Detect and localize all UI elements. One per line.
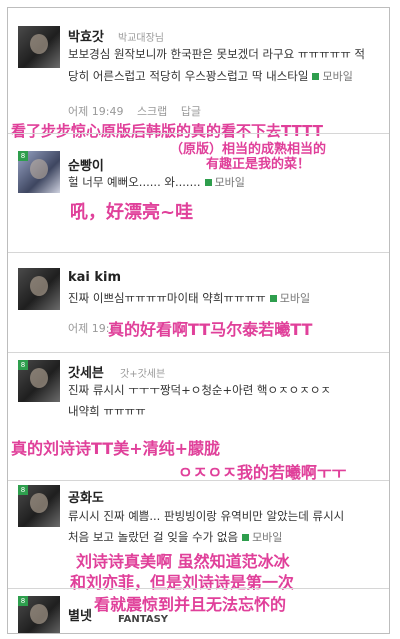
- translation-overlay: 看就震惊到并且无法忘怀的: [94, 595, 287, 614]
- translation-overlay: 真的好看啊TT马尔泰若曦TT: [108, 320, 313, 339]
- translation-overlay: 真的刘诗诗TT美+清纯+朦胧: [11, 439, 221, 458]
- comment-text-line-content: 당히 어른스럽고 적당히 우스꽝스럽고 딱 내스타일: [68, 69, 309, 83]
- avatar[interactable]: 8: [18, 485, 60, 527]
- comment-divider: [8, 252, 389, 253]
- comment-text-line: 처음 보고 놀랐던 걸 잊을 수가 없음 모바일: [68, 526, 282, 549]
- comment-text-line: 내약희 ㅠㅠㅠㅠ: [68, 404, 146, 418]
- comment-divider: [8, 480, 389, 481]
- translation-overlay: 有趣正是我的菜！: [206, 157, 311, 172]
- comment-list-panel: 박효갓 박교대장님 보보경심 원작보니까 한국판은 못보겠더 라구요 ㅠㅠㅠㅠㅠ…: [7, 7, 390, 634]
- comment-divider: [8, 352, 389, 353]
- comment-text-line: 헐 너무 예뻐오...... 와....... 모바일: [68, 171, 245, 194]
- level-badge: 8: [18, 360, 28, 370]
- reply-link[interactable]: 답글: [181, 105, 201, 118]
- comment-divider: [8, 588, 389, 589]
- comment-text-line: 보보경심 원작보니까 한국판은 못보겠더 라구요 ㅠㅠㅠㅠㅠ 적: [68, 47, 366, 61]
- comment-text-line-content: 처음 보고 놀랐던 걸 잊을 수가 없음: [68, 530, 239, 544]
- mobile-badge: 모바일: [238, 531, 282, 544]
- comment-text-line: 진짜 이쁘심ㅠㅠㅠㅠ마이태 약희ㅠㅠㅠㅠ 모바일: [68, 287, 310, 310]
- comment-text-line-content: 헐 너무 예뻐오...... 와.......: [68, 175, 201, 189]
- mobile-badge: 모바일: [201, 176, 245, 189]
- comment-user-title: 박교대장님: [118, 33, 164, 44]
- comment-nickname[interactable]: 공화도: [68, 487, 104, 506]
- scrap-link[interactable]: 스크랩: [137, 105, 167, 118]
- comment-text-line-content: 진짜 이쁘심ㅠㅠㅠㅠ마이태 약희ㅠㅠㅠㅠ: [68, 291, 266, 305]
- mobile-badge: 모바일: [308, 70, 352, 83]
- comment-meta: 어제 19:49 스크랩 답글: [68, 103, 211, 119]
- comment-divider: [8, 133, 389, 134]
- comment-text-line: 류시시 진짜 예쁨... 판빙빙이랑 유역비만 알았는데 류시시: [68, 509, 345, 523]
- comment-text-line: 진짜 류시시 ㅜㅜㅜ짱덕+ㅇ청순+아련 핵ㅇㅈㅇㅈㅇㅈ: [68, 383, 331, 397]
- mobile-badge: 모바일: [266, 292, 310, 305]
- avatar[interactable]: [18, 26, 60, 68]
- avatar[interactable]: [18, 268, 60, 310]
- comment-user-title: 갓+갓세븐: [120, 369, 166, 380]
- avatar[interactable]: 8: [18, 360, 60, 402]
- comment-nickname[interactable]: 별넷: [68, 605, 92, 624]
- comment-text-line: 당히 어른스럽고 적당히 우스꽝스럽고 딱 내스타일 모바일: [68, 65, 353, 88]
- fantasy-logo: FANTASY: [118, 614, 169, 625]
- translation-overlay: 吼，好漂亮~哇: [70, 202, 194, 223]
- avatar[interactable]: 8: [18, 596, 60, 633]
- level-badge: 8: [18, 151, 28, 161]
- comment-nickname[interactable]: kai kim: [68, 270, 121, 285]
- avatar[interactable]: 8: [18, 151, 60, 193]
- comment-time: 어제 19:49: [68, 105, 124, 118]
- level-badge: 8: [18, 596, 28, 606]
- translation-overlay: 和刘亦菲，但是刘诗诗是第一次: [70, 573, 295, 592]
- level-badge: 8: [18, 485, 28, 495]
